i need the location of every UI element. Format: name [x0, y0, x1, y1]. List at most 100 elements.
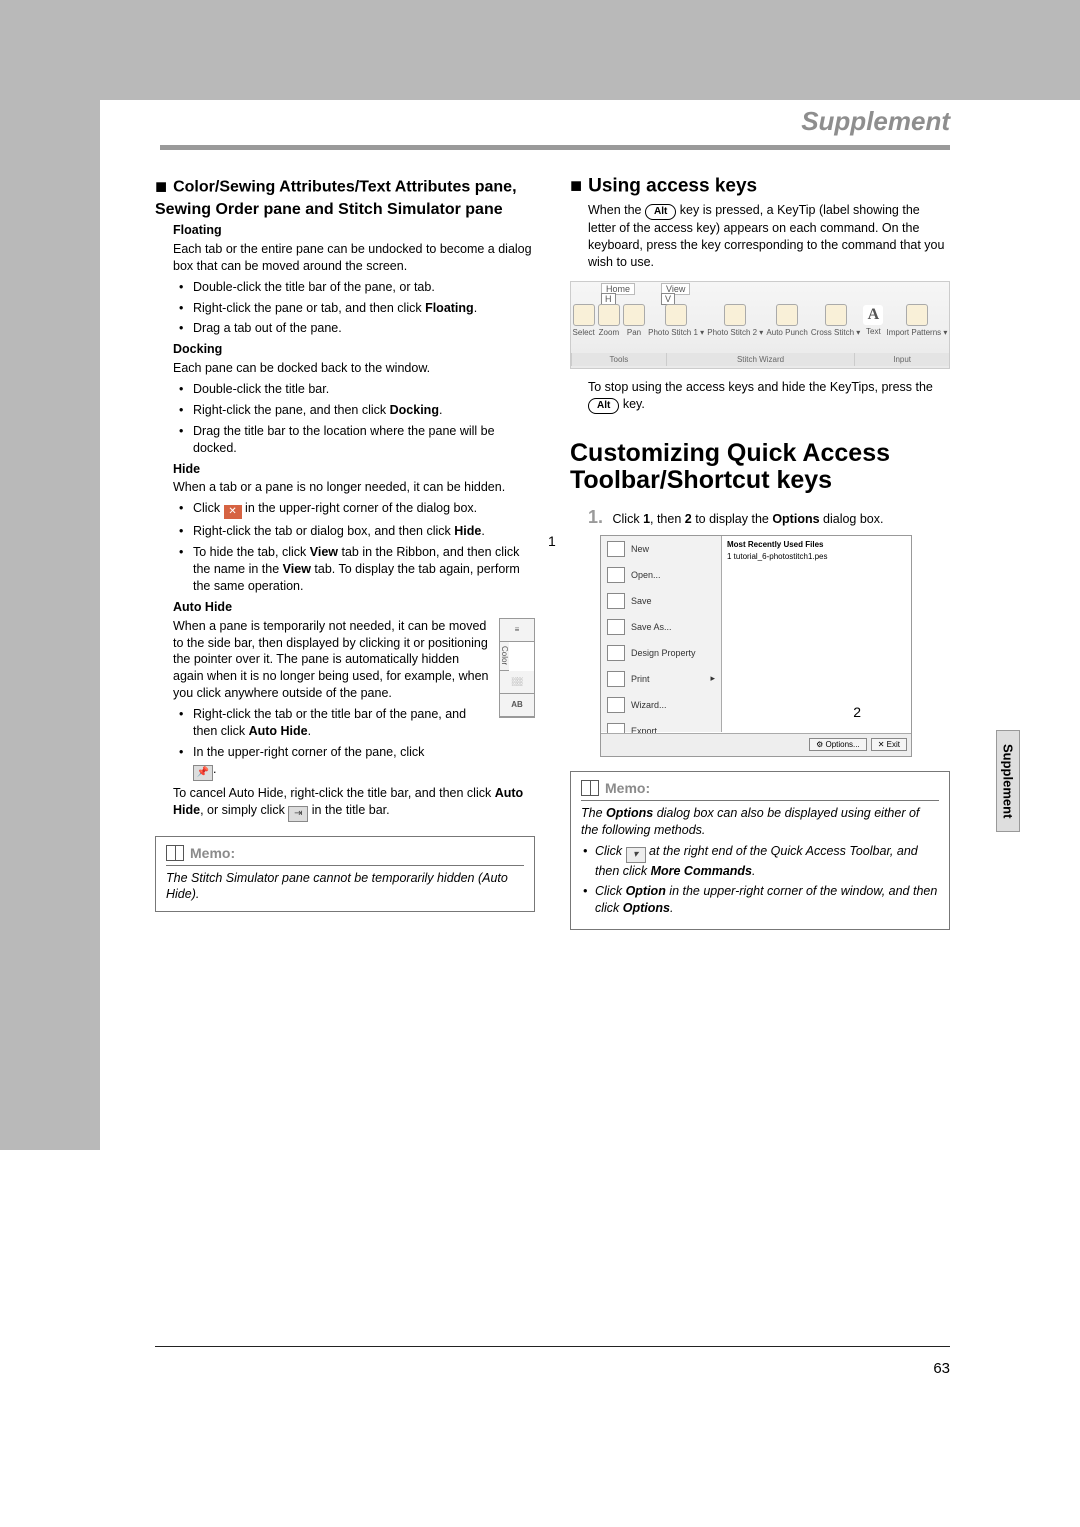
- square-bullet-icon: ■: [570, 175, 582, 198]
- alt-key-icon: Alt: [588, 398, 619, 414]
- access-keys-title-text: Using access keys: [588, 176, 757, 197]
- section-title-text: Color/Sewing Attributes/Text Attributes …: [155, 179, 517, 218]
- customize-step1: 1. Click 1, then 2 to display the Option…: [588, 505, 950, 529]
- ribbon-groups: Tools Stitch Wizard Input: [571, 353, 949, 366]
- header-rule: [160, 145, 950, 150]
- ribbon-item: Cross Stitch ▾: [811, 304, 860, 337]
- ribbon-item: Pan: [623, 304, 645, 337]
- list-item: Right-click the tab or the title bar of …: [193, 706, 535, 740]
- memo-title: Memo:: [190, 845, 235, 861]
- footer-rule: [155, 1346, 950, 1347]
- new-icon: [607, 541, 625, 557]
- hide-list: Click ✕ in the upper-right corner of the…: [155, 500, 535, 595]
- memo-icon: [581, 780, 599, 796]
- access-para2: To stop using the access keys and hide t…: [588, 379, 950, 414]
- saveas-icon: [607, 619, 625, 635]
- list-item: Click ✕ in the upper-right corner of the…: [193, 500, 535, 519]
- memo-box-left: Memo: The Stitch Simulator pane cannot b…: [155, 836, 535, 913]
- callout-1: 1: [548, 533, 556, 549]
- left-column: ■Color/Sewing Attributes/Text Attributes…: [155, 175, 535, 1362]
- list-item: To hide the tab, click View tab in the R…: [193, 544, 535, 595]
- wizard-icon: [607, 697, 625, 713]
- menu-item: Save: [601, 588, 721, 614]
- ribbon-icons: Select Zoom Pan Photo Stitch 1 ▾ Photo S…: [571, 304, 949, 337]
- autohide-para: When a pane is temporarily not needed, i…: [173, 618, 495, 702]
- memo-body: The Stitch Simulator pane cannot be temp…: [166, 870, 524, 904]
- hide-label: Hide: [173, 461, 535, 478]
- ribbon-group-label: Tools: [571, 353, 666, 366]
- autohide-list: Right-click the tab or the title bar of …: [155, 706, 535, 781]
- memo-header: Memo:: [581, 780, 939, 801]
- open-icon: [607, 567, 625, 583]
- memo-title: Memo:: [605, 780, 650, 796]
- list-item: Right-click the pane, and then click Doc…: [193, 402, 535, 419]
- print-icon: [607, 671, 625, 687]
- dropdown-icon: ▾: [626, 847, 646, 863]
- ribbon-item: AText: [863, 305, 883, 336]
- memo-list: Click ▾ at the right end of the Quick Ac…: [581, 843, 939, 918]
- callout-2: 2: [853, 704, 861, 720]
- pin-horizontal-icon: ⇥: [288, 806, 308, 822]
- autohide-cancel: To cancel Auto Hide, right-click the tit…: [173, 785, 535, 822]
- menu-item: Wizard...: [601, 692, 721, 718]
- top-margin: [0, 0, 1080, 100]
- menu-item: New: [601, 536, 721, 562]
- list-item: Double-click the title bar.: [193, 381, 535, 398]
- recent-item: 1 tutorial_6-photostitch1.pes: [727, 552, 905, 561]
- access-para1: When the Alt key is pressed, a KeyTip (l…: [588, 202, 950, 271]
- close-icon: ✕: [224, 505, 242, 519]
- recent-files: Most Recently Used Files 1 tutorial_6-ph…: [721, 536, 911, 732]
- list-item: In the upper-right corner of the pane, c…: [193, 744, 535, 781]
- exit-button: ✕ Exit: [871, 738, 907, 751]
- access-keys-title: ■ Using access keys: [570, 175, 950, 198]
- pin-icon: 📌: [193, 765, 213, 781]
- menu-footer: ⚙ Options... ✕ Exit: [601, 733, 911, 756]
- docking-list: Double-click the title bar. Right-click …: [155, 381, 535, 457]
- page: Supplement Supplement ■Color/Sewing Attr…: [0, 0, 1080, 1527]
- page-number: 63: [933, 1360, 950, 1377]
- thumb-row: Color: [500, 642, 509, 671]
- menu-screenshot: New Open... Save Save As... Design Prope…: [600, 535, 912, 757]
- section-title: ■Color/Sewing Attributes/Text Attributes…: [155, 175, 535, 220]
- right-column: ■ Using access keys When the Alt key is p…: [570, 175, 950, 1362]
- menu-item: Save As...: [601, 614, 721, 640]
- ribbon-item: Select: [573, 304, 595, 337]
- memo-box-right: Memo: The Options dialog box can also be…: [570, 771, 950, 930]
- ribbon-item: Zoom: [598, 304, 620, 337]
- ribbon-tabs: HomeH ViewV: [601, 284, 690, 304]
- sidebar-thumbnail: ≡ Color ░░ AB: [499, 618, 535, 718]
- thumb-row: ░░: [500, 671, 534, 694]
- menu-item: Open...: [601, 562, 721, 588]
- ribbon-group-label: Input: [854, 353, 949, 366]
- floating-para: Each tab or the entire pane can be undoc…: [173, 241, 535, 275]
- memo-icon: [166, 845, 184, 861]
- list-item: Click ▾ at the right end of the Quick Ac…: [595, 843, 939, 880]
- docking-para: Each pane can be docked back to the wind…: [173, 360, 535, 377]
- ribbon-screenshot: HomeH ViewV Select Zoom Pan Photo Stitch…: [570, 281, 950, 369]
- columns: ■Color/Sewing Attributes/Text Attributes…: [155, 175, 950, 1362]
- square-bullet-icon: ■: [155, 175, 167, 200]
- menu-item: Print▸: [601, 666, 721, 692]
- autohide-label: Auto Hide: [173, 599, 535, 616]
- list-item: Right-click the pane or tab, and then cl…: [193, 300, 535, 317]
- list-item: Click Option in the upper-right corner o…: [595, 883, 939, 917]
- menu-item: Design Property: [601, 640, 721, 666]
- step-number: 1.: [588, 507, 603, 527]
- memo-header: Memo:: [166, 845, 524, 866]
- left-margin: [0, 0, 100, 1150]
- design-property-icon: [607, 645, 625, 661]
- ribbon-item: Photo Stitch 1 ▾: [648, 304, 704, 337]
- side-tab: Supplement: [996, 730, 1020, 832]
- memo-body: The Options dialog box can also be displ…: [581, 805, 939, 917]
- floating-list: Double-click the title bar of the pane, …: [155, 279, 535, 338]
- ribbon-item: Import Patterns ▾: [886, 304, 947, 337]
- floating-label: Floating: [173, 222, 535, 239]
- hide-para: When a tab or a pane is no longer needed…: [173, 479, 535, 496]
- header-title: Supplement: [801, 106, 950, 136]
- list-item: Right-click the tab or dialog box, and t…: [193, 523, 535, 540]
- docking-label: Docking: [173, 341, 535, 358]
- list-item: Double-click the title bar of the pane, …: [193, 279, 535, 296]
- recent-title: Most Recently Used Files: [727, 540, 905, 549]
- app-menu: New Open... Save Save As... Design Prope…: [601, 536, 722, 732]
- alt-key-icon: Alt: [645, 204, 676, 220]
